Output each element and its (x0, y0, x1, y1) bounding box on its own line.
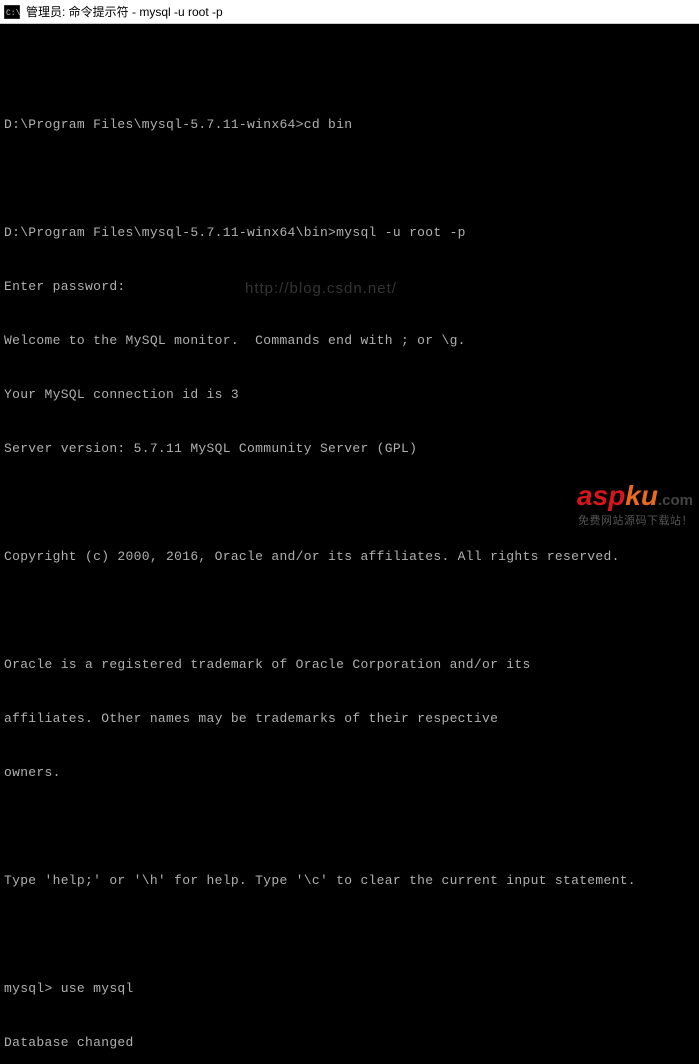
terminal-line: Server version: 5.7.11 MySQL Community S… (0, 440, 699, 458)
terminal-line: D:\Program Files\mysql-5.7.11-winx64\bin… (0, 224, 699, 242)
terminal-line (0, 602, 699, 620)
terminal-line: Oracle is a registered trademark of Orac… (0, 656, 699, 674)
terminal-line (0, 926, 699, 944)
terminal-line (0, 170, 699, 188)
svg-text:C:\: C:\ (6, 9, 20, 18)
terminal-line: Welcome to the MySQL monitor. Commands e… (0, 332, 699, 350)
terminal-line: Copyright (c) 2000, 2016, Oracle and/or … (0, 548, 699, 566)
terminal-line: affiliates. Other names may be trademark… (0, 710, 699, 728)
terminal-line: D:\Program Files\mysql-5.7.11-winx64>cd … (0, 116, 699, 134)
terminal-line: owners. (0, 764, 699, 782)
terminal-line: Your MySQL connection id is 3 (0, 386, 699, 404)
window-titlebar: C:\ 管理员: 命令提示符 - mysql -u root -p (0, 0, 699, 24)
terminal-line: Database changed (0, 1034, 699, 1052)
terminal-line (0, 818, 699, 836)
terminal-line (0, 62, 699, 80)
terminal-output[interactable]: D:\Program Files\mysql-5.7.11-winx64>cd … (0, 24, 699, 1064)
terminal-line (0, 494, 699, 512)
window-title: 管理员: 命令提示符 - mysql -u root -p (26, 3, 223, 20)
cmd-icon: C:\ (4, 5, 20, 19)
terminal-line: Type 'help;' or '\h' for help. Type '\c'… (0, 872, 699, 890)
terminal-line: Enter password: (0, 278, 699, 296)
terminal-line: mysql> use mysql (0, 980, 699, 998)
